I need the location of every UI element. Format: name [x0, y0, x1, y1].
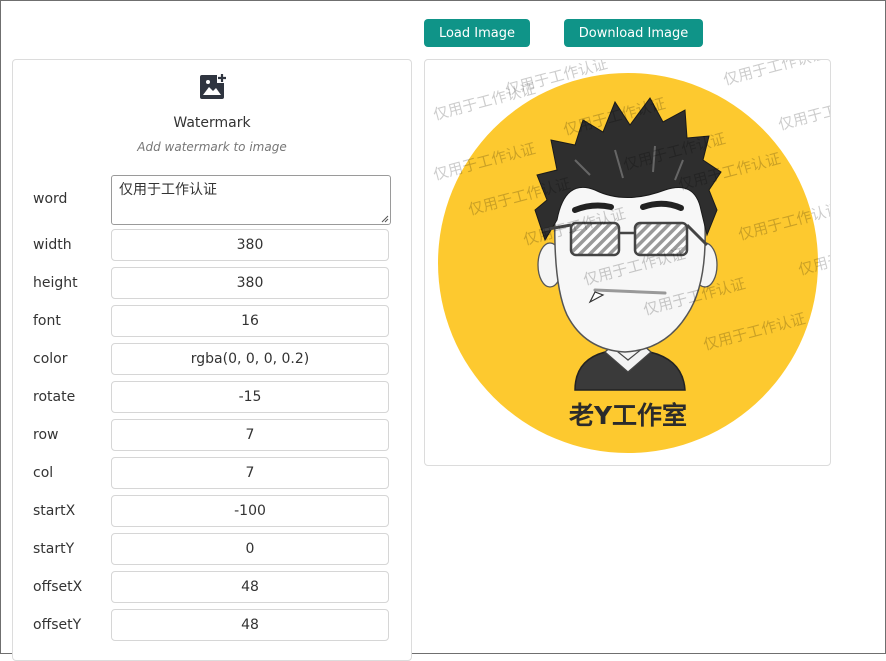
panel-title: Watermark [173, 115, 251, 131]
height-input[interactable] [111, 267, 389, 299]
rotate-label: rotate [33, 389, 76, 405]
height-label: height [33, 275, 78, 291]
width-label: width [33, 237, 72, 253]
row-input[interactable] [111, 419, 389, 451]
panel-subtitle: Add watermark to image [137, 140, 287, 154]
watermark-text: 仅用于工作认证 [776, 89, 830, 134]
offsetx-label: offsetX [33, 579, 83, 595]
font-label: font [33, 313, 61, 329]
starty-input[interactable] [111, 533, 389, 565]
load-image-button[interactable]: Load Image [424, 19, 530, 47]
starty-label: startY [33, 541, 75, 557]
startx-input[interactable] [111, 495, 389, 527]
color-label: color [33, 351, 68, 367]
add-image-icon [200, 73, 227, 99]
startx-label: startX [33, 503, 76, 519]
col-input[interactable] [111, 457, 389, 489]
watermark-text: 仅用于工作认证 [721, 60, 827, 89]
width-input[interactable] [111, 229, 389, 261]
word-label: word [33, 191, 68, 207]
word-textarea[interactable]: 仅用于工作认证 [111, 175, 391, 225]
col-label: col [33, 465, 54, 481]
avatar-caption: 老Y工作室 [569, 401, 687, 430]
image-preview: 老Y工作室 仅用于工作认证 仅用于工作认证 仅用于工作认证 仅用于工作认证 仅用于工作认… [424, 59, 831, 466]
font-input[interactable] [111, 305, 389, 337]
rotate-input[interactable] [111, 381, 389, 413]
offsety-input[interactable] [111, 609, 389, 641]
download-image-button[interactable]: Download Image [564, 19, 703, 47]
watermark-settings-panel: Watermark Add watermark to image word 仅用… [12, 59, 412, 661]
row-label: row [33, 427, 59, 443]
offsety-label: offsetY [33, 617, 82, 633]
color-input[interactable] [111, 343, 389, 375]
offsetx-input[interactable] [111, 571, 389, 603]
preview-canvas: 老Y工作室 仅用于工作认证 仅用于工作认证仅用于工作认证 仅用于工作认证 仅用于工作认… [431, 60, 830, 453]
resize-grip-icon[interactable] [381, 215, 389, 223]
